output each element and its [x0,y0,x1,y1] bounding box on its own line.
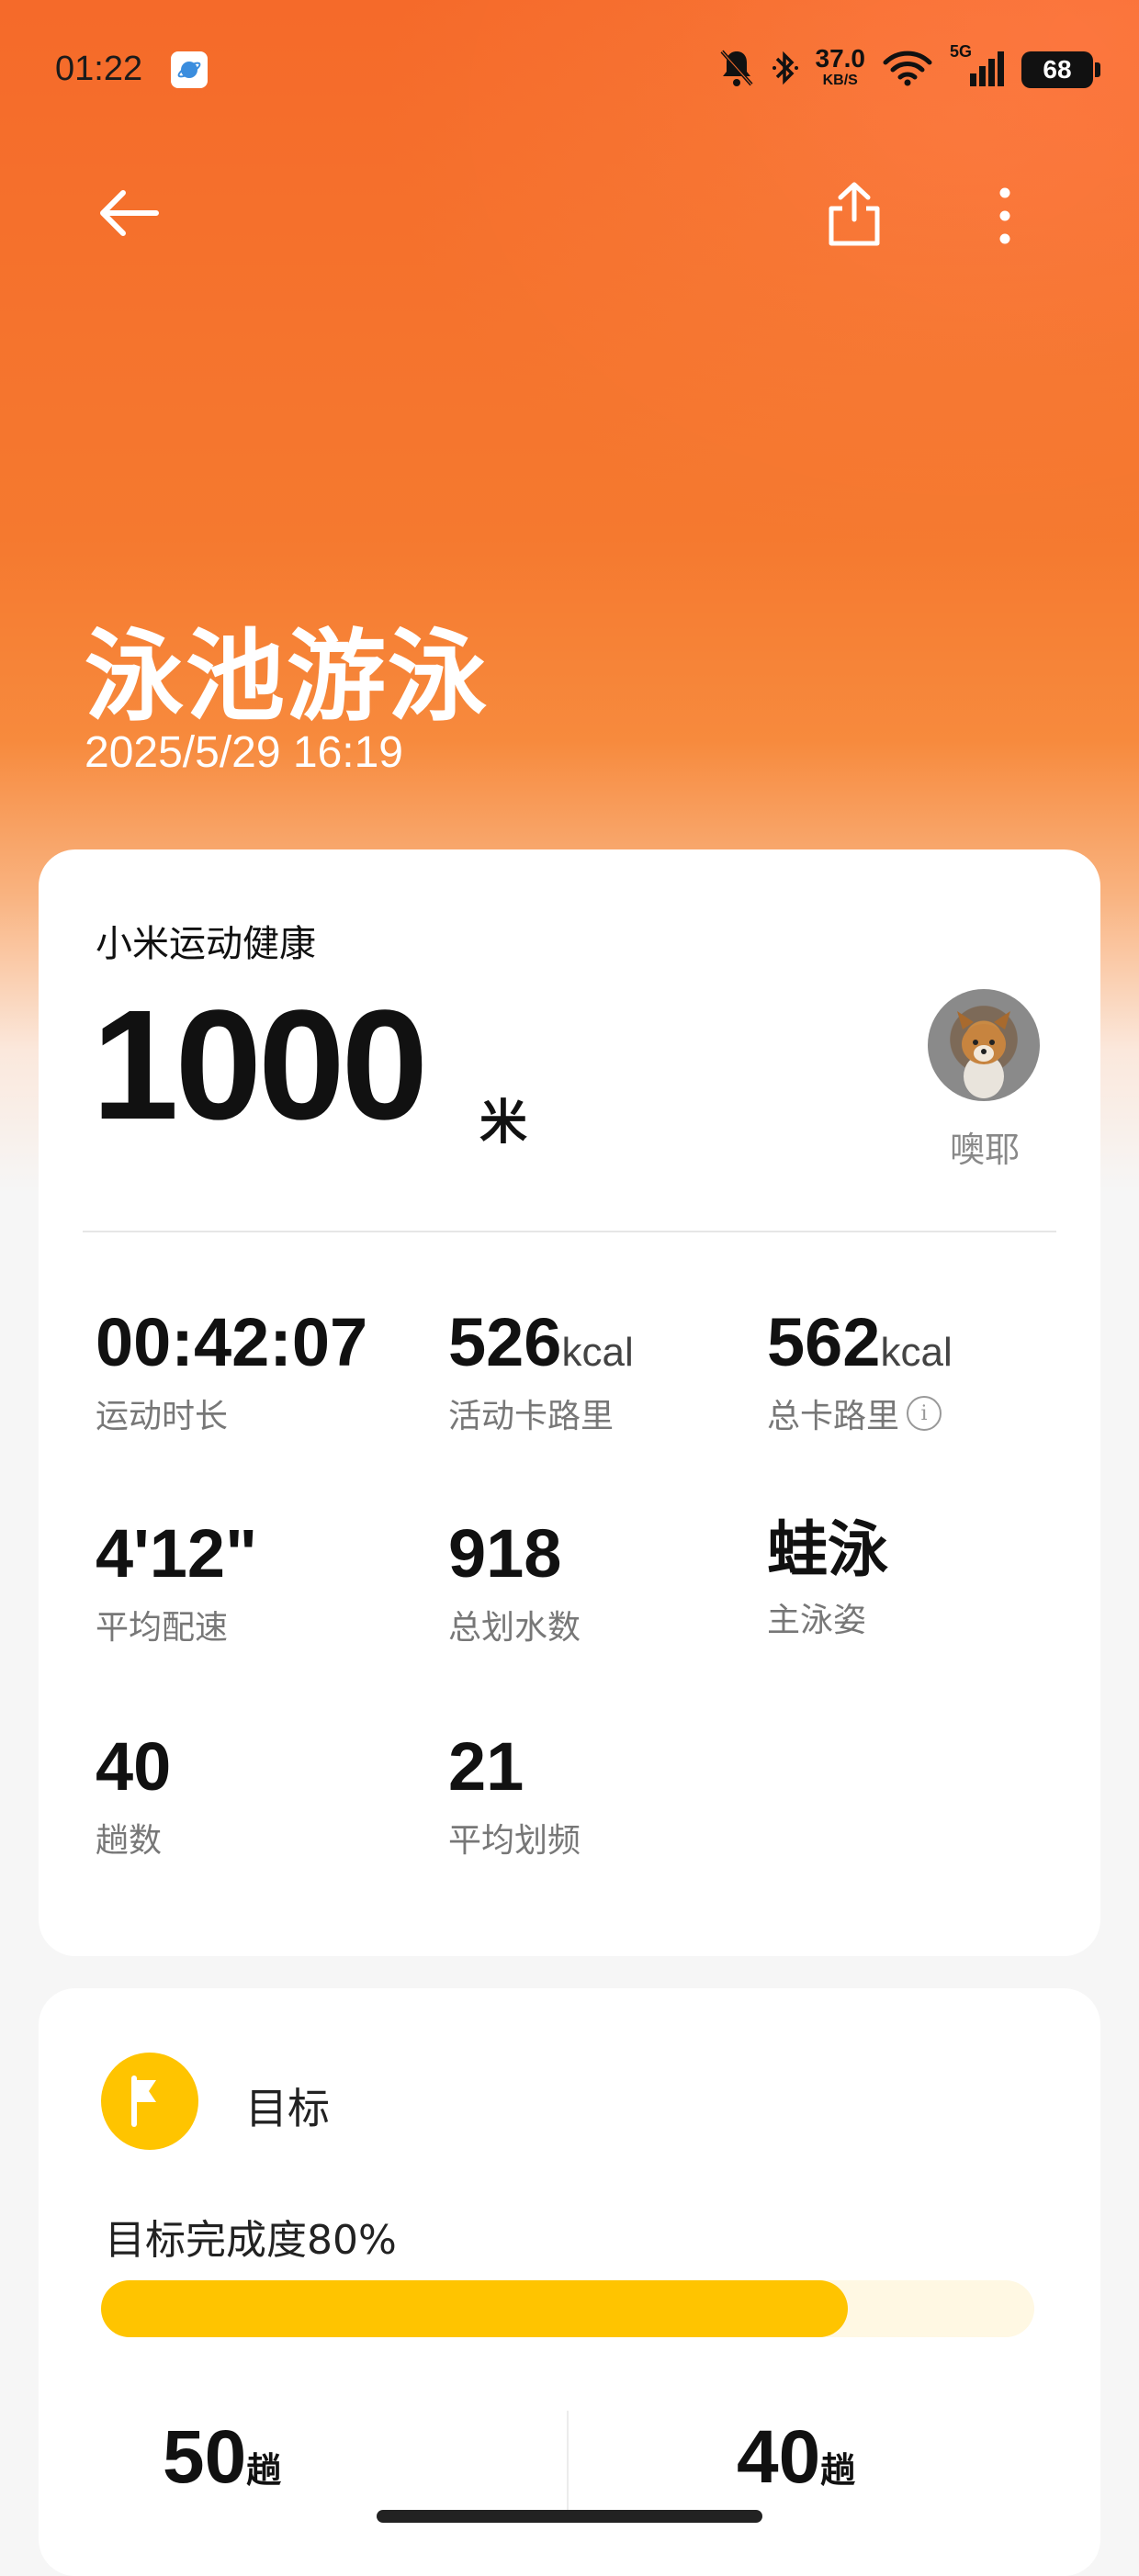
stat-value: 526kcal [448,1309,634,1377]
avatar[interactable] [928,989,1040,1101]
wifi-icon [882,50,933,90]
goal-target: 50趟 [163,2420,281,2495]
stat-duration: 00:42:07 运动时长 [96,1309,367,1437]
goal-title: 目标 [245,2084,330,2133]
stat-label-row: 总卡路里 i [767,1389,953,1437]
goal-actual-unit: 趟 [820,2452,856,2491]
network-speed-value: 37.0 [815,44,866,73]
stat-total-calories: 562kcal 总卡路里 i [767,1309,953,1437]
more-options-icon[interactable] [987,184,1022,248]
workout-summary-card: 小米运动健康 1000 米 噢耶 00:42:07 运动时长 526kcal 活… [39,849,1100,1956]
stat-label: 平均划频 [448,1822,581,1860]
goal-card: 目标 目标完成度80% 50趟 40趟 [39,1988,1100,2576]
stat-value-number: 蛙泳 [767,1514,888,1585]
divider [567,2411,569,2521]
stat-value-number: 4'12" [96,1515,258,1592]
stat-label: 运动时长 [96,1398,229,1435]
stat-label: 活动卡路里 [448,1398,615,1435]
stat-value-number: 40 [96,1728,172,1805]
stat-value: 蛙泳 [767,1520,888,1580]
goal-progress-fill [101,2280,848,2337]
user-name: 噢耶 [949,1130,1020,1170]
status-bar: 01:22 37.0 KB/S 5G 68 [55,42,1100,97]
stat-avg-stroke-rate: 21 平均划频 [448,1733,581,1862]
workout-datetime: 2025/5/29 16:19 [85,728,403,777]
mute-bell-icon [718,48,755,92]
home-indicator[interactable] [377,2510,762,2523]
workout-title: 泳池游泳 [85,620,490,735]
network-speed: 37.0 KB/S [816,46,866,92]
status-icons: 37.0 KB/S 5G 68 [718,42,1100,94]
stat-value: 40 [96,1733,171,1801]
stat-active-calories: 526kcal 活动卡路里 [448,1309,634,1437]
stat-value-number: 526 [448,1304,562,1380]
stat-value-number: 562 [767,1304,881,1380]
stat-value: 00:42:07 [96,1309,367,1377]
divider [83,1231,1056,1232]
stat-unit: kcal [561,1330,634,1375]
stat-value: 562kcal [767,1309,953,1377]
back-arrow-icon[interactable] [92,186,165,241]
stat-total-strokes: 918 总划水数 [448,1520,581,1648]
top-navigation [0,165,1139,257]
battery-indicator: 68 [1021,51,1100,88]
goal-progress-label: 目标完成度80% [105,2217,397,2264]
stat-label: 主泳姿 [767,1602,867,1639]
bluetooth-icon [772,48,799,92]
stat-unit: kcal [880,1330,953,1375]
stat-value-number: 00:42:07 [96,1304,368,1380]
stat-label: 总卡路里 [767,1398,900,1435]
stat-value: 4'12" [96,1520,257,1588]
app-notification-icon [171,51,208,88]
goal-actual-value: 40 [737,2415,821,2499]
stat-value-number: 918 [448,1515,562,1592]
stat-label: 总划水数 [448,1609,581,1647]
status-time: 01:22 [55,50,143,88]
network-type: 5G [950,42,973,61]
stat-avg-pace: 4'12" 平均配速 [96,1520,257,1648]
network-speed-unit: KB/S [822,73,858,88]
stat-label: 平均配速 [96,1609,229,1647]
goal-target-unit: 趟 [246,2452,282,2491]
goal-flag-icon [101,2053,198,2150]
goal-target-value: 50 [163,2415,247,2499]
stat-laps: 40 趟数 [96,1733,171,1862]
stat-label: 趟数 [96,1822,163,1860]
share-icon[interactable] [822,179,886,249]
distance-unit: 米 [479,1096,528,1151]
stat-main-stroke: 蛙泳 主泳姿 [767,1520,888,1641]
info-icon[interactable]: i [907,1396,942,1431]
distance-value: 1000 [92,978,428,1153]
stat-value: 918 [448,1520,581,1588]
stat-value-number: 21 [448,1728,524,1805]
source-app-label: 小米运动健康 [96,923,316,965]
goal-progress-bar [101,2280,1034,2337]
stat-value: 21 [448,1733,581,1801]
cellular-signal-icon: 5G [950,42,1005,92]
goal-actual: 40趟 [737,2420,855,2495]
